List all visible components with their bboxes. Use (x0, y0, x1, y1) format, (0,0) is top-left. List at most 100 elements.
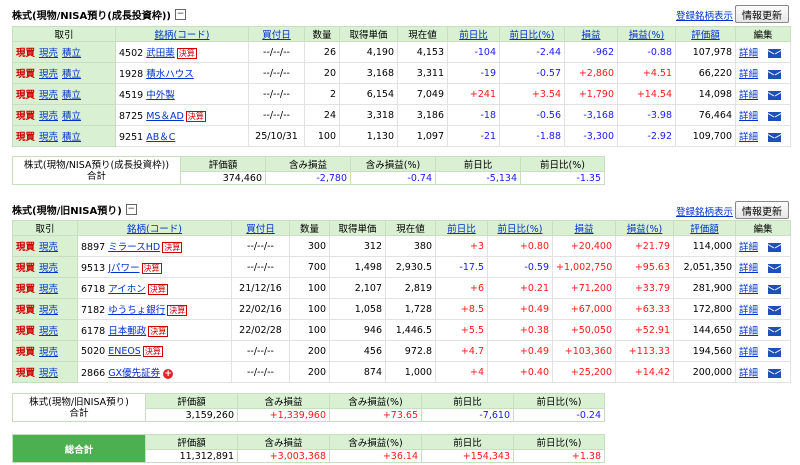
sell-link[interactable]: 現売 (39, 132, 58, 143)
collapse-nisa-old-button[interactable]: − (125, 204, 137, 215)
buy-link[interactable]: 現買 (16, 132, 35, 143)
col-pl-pct-sort[interactable]: 損益(%) (615, 220, 674, 236)
buy-link[interactable]: 現買 (16, 368, 35, 379)
accumulate-link[interactable]: 積立 (62, 90, 81, 101)
refresh-button-1[interactable]: 情報更新 (735, 5, 789, 23)
stock-name-link[interactable]: ENEOS (108, 346, 141, 357)
stock-name-link[interactable]: 中外製 (146, 90, 175, 101)
mail-alert-icon[interactable] (768, 285, 782, 294)
col-value-sort[interactable]: 評価額 (675, 26, 736, 42)
earnings-badge[interactable]: 決算 (141, 263, 162, 274)
sell-link[interactable]: 現売 (39, 284, 58, 295)
sell-link[interactable]: 現売 (39, 242, 58, 253)
stock-name-link[interactable]: GX優先証券 (108, 368, 160, 379)
mail-alert-icon[interactable] (768, 70, 782, 79)
detail-link[interactable]: 詳細 (739, 242, 758, 253)
earnings-badge[interactable]: 決算 (148, 326, 169, 337)
col-date-sort[interactable]: 買付日 (231, 220, 290, 236)
stock-name-link[interactable]: ゆうちょ銀行 (108, 305, 165, 316)
mail-alert-icon[interactable] (768, 348, 782, 357)
buy-link[interactable]: 現買 (16, 263, 35, 274)
sell-link[interactable]: 現売 (39, 347, 58, 358)
sell-link[interactable]: 現売 (39, 48, 58, 59)
stock-name-link[interactable]: AB＆C (146, 132, 175, 143)
stock-name-link[interactable]: アイホン (108, 284, 146, 295)
plus-icon[interactable]: + (163, 368, 174, 379)
detail-link[interactable]: 詳細 (739, 48, 758, 59)
mail-alert-icon[interactable] (768, 133, 782, 142)
stock-name-link[interactable]: Jパワー (108, 263, 139, 274)
mail-alert-icon[interactable] (768, 49, 782, 58)
quantity: 700 (289, 256, 330, 278)
detail-link[interactable]: 詳細 (739, 132, 758, 143)
detail-link[interactable]: 詳細 (739, 284, 758, 295)
col-pl-sort[interactable]: 損益 (552, 220, 616, 236)
detail-link[interactable]: 詳細 (739, 111, 758, 122)
sell-link[interactable]: 現売 (39, 263, 58, 274)
col-pl-sort[interactable]: 損益 (564, 26, 618, 42)
sell-link[interactable]: 現売 (39, 69, 58, 80)
collapse-nisa-growth-button[interactable]: − (174, 9, 186, 20)
register-stocks-link-1[interactable]: 登録銘柄表示 (676, 8, 733, 22)
col-date-sort[interactable]: 買付日 (248, 26, 305, 42)
detail-link[interactable]: 詳細 (739, 368, 758, 379)
buy-link[interactable]: 現買 (16, 69, 35, 80)
buy-link[interactable]: 現買 (16, 284, 35, 295)
detail-link[interactable]: 詳細 (739, 90, 758, 101)
summary-pl-pct: -0.74 (350, 171, 436, 185)
mail-alert-icon[interactable] (768, 243, 782, 252)
stock-name-link[interactable]: 武田薬 (146, 48, 175, 59)
mail-alert-icon[interactable] (768, 369, 782, 378)
col-name-sort[interactable]: 銘柄(コード) (77, 220, 232, 236)
col-prev-pct-sort[interactable]: 前日比(%) (487, 220, 553, 236)
col-value-sort[interactable]: 評価額 (673, 220, 736, 236)
col-prev-sort[interactable]: 前日比 (447, 26, 500, 42)
detail-link[interactable]: 詳細 (739, 305, 758, 316)
detail-link[interactable]: 詳細 (739, 347, 758, 358)
col-prev-sort[interactable]: 前日比 (435, 220, 488, 236)
earnings-badge[interactable]: 決算 (167, 305, 188, 316)
mail-alert-icon[interactable] (768, 327, 782, 336)
col-name-sort[interactable]: 銘柄(コード) (115, 26, 249, 42)
sell-link[interactable]: 現売 (39, 111, 58, 122)
buy-link[interactable]: 現買 (16, 347, 35, 358)
buy-link[interactable]: 現買 (16, 90, 35, 101)
sell-link[interactable]: 現売 (39, 90, 58, 101)
sell-link[interactable]: 現売 (39, 326, 58, 337)
sell-link[interactable]: 現売 (39, 305, 58, 316)
refresh-button-2[interactable]: 情報更新 (735, 201, 789, 219)
summary-h-prev: 前日比 (421, 393, 514, 409)
sell-link[interactable]: 現売 (39, 368, 58, 379)
accumulate-link[interactable]: 積立 (62, 48, 81, 59)
mail-alert-icon[interactable] (768, 91, 782, 100)
accumulate-link[interactable]: 積立 (62, 69, 81, 80)
col-pl-pct-sort[interactable]: 損益(%) (617, 26, 676, 42)
detail-link[interactable]: 詳細 (739, 69, 758, 80)
prev-change-pct: +0.40 (487, 361, 553, 383)
col-prev-pct-sort[interactable]: 前日比(%) (499, 26, 565, 42)
stock-name-link[interactable]: 日本郵政 (108, 326, 146, 337)
profit-loss-pct: +14.42 (615, 361, 674, 383)
buy-link[interactable]: 現買 (16, 48, 35, 59)
stock-name-link[interactable]: ミラースHD (108, 242, 160, 253)
detail-link[interactable]: 詳細 (739, 263, 758, 274)
table-row: 現買 現売 8897 ミラースHD 決算 --/--/-- 300 312 380 +3 +0.8… (12, 235, 791, 257)
earnings-badge[interactable]: 決算 (142, 345, 163, 357)
accumulate-link[interactable]: 積立 (62, 111, 81, 122)
earnings-badge[interactable]: 決算 (176, 48, 197, 59)
stock-name-link[interactable]: 積水ハウス (146, 69, 194, 80)
earnings-badge[interactable]: 決算 (162, 242, 183, 253)
earnings-badge[interactable]: 決算 (147, 284, 168, 295)
accumulate-link[interactable]: 積立 (62, 132, 81, 143)
stock-name-link[interactable]: MS＆AD (146, 111, 184, 122)
buy-link[interactable]: 現買 (16, 326, 35, 337)
earnings-badge[interactable]: 決算 (185, 111, 206, 122)
mail-alert-icon[interactable] (768, 112, 782, 121)
buy-link[interactable]: 現買 (16, 305, 35, 316)
mail-alert-icon[interactable] (768, 306, 782, 315)
mail-alert-icon[interactable] (768, 264, 782, 273)
register-stocks-link-2[interactable]: 登録銘柄表示 (676, 204, 733, 218)
detail-link[interactable]: 詳細 (739, 326, 758, 337)
buy-link[interactable]: 現買 (16, 242, 35, 253)
buy-link[interactable]: 現買 (16, 111, 35, 122)
